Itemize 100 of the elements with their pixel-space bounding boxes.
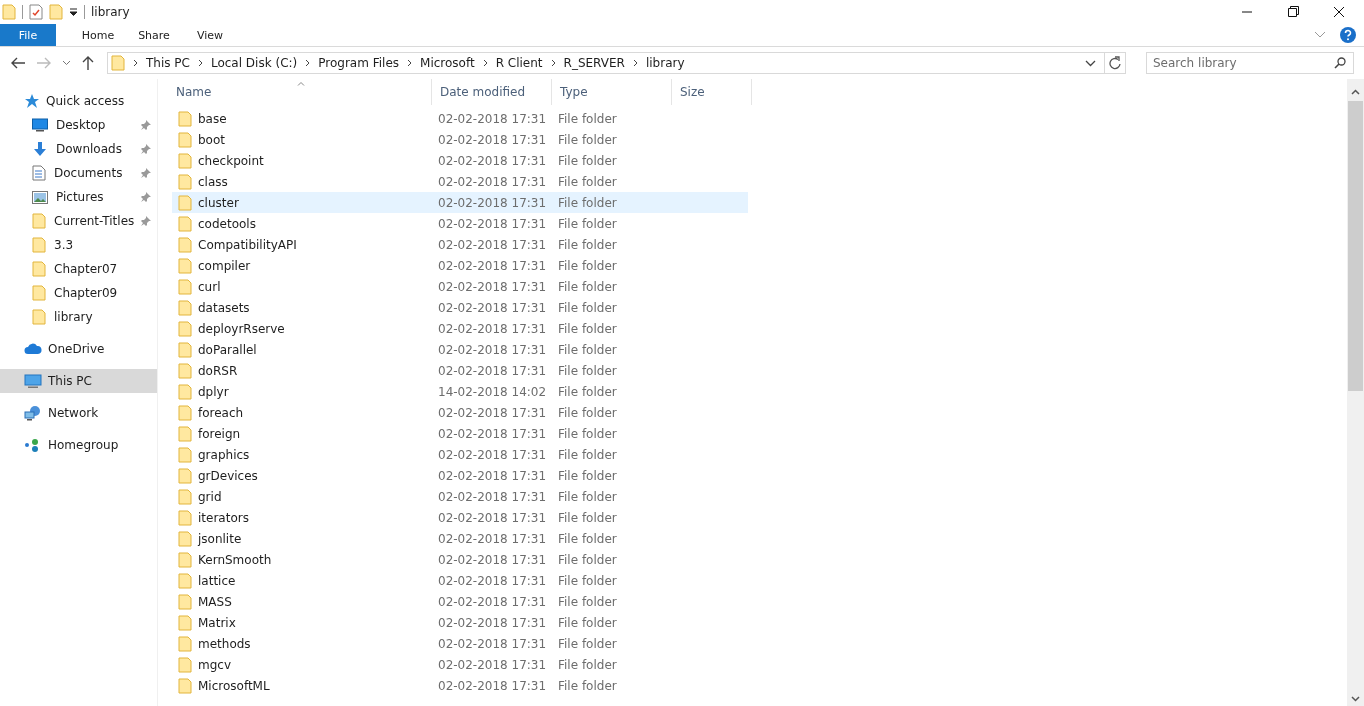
nav-item[interactable]: Downloads bbox=[0, 137, 157, 161]
column-header[interactable]: Date modified bbox=[432, 79, 552, 105]
file-row[interactable]: base 02-02-2018 17:31 File folder bbox=[172, 108, 748, 129]
date-cell-text: 02-02-2018 17:31 bbox=[438, 594, 548, 609]
nav-item[interactable]: Quick access bbox=[0, 89, 157, 113]
dropdown-icon[interactable] bbox=[69, 8, 78, 16]
column-header[interactable]: Size bbox=[672, 79, 752, 105]
folder-icon bbox=[32, 213, 46, 229]
file-row[interactable]: grid 02-02-2018 17:31 File folder bbox=[172, 486, 748, 507]
file-row[interactable]: doParallel 02-02-2018 17:31 File folder bbox=[172, 339, 748, 360]
date-cell-text: 02-02-2018 17:31 bbox=[438, 615, 548, 630]
breadcrumb[interactable]: Microsoft bbox=[420, 56, 475, 70]
ribbon-tab[interactable]: Share bbox=[126, 24, 182, 46]
nav-item[interactable]: Desktop bbox=[0, 113, 157, 137]
type-cell-text: File folder bbox=[558, 111, 618, 126]
network-icon bbox=[24, 405, 42, 421]
breadcrumb[interactable]: Local Disk (C:) bbox=[210, 56, 298, 70]
folder-icon bbox=[178, 425, 192, 442]
file-row[interactable]: datasets 02-02-2018 17:31 File folder bbox=[172, 297, 748, 318]
refresh-icon[interactable] bbox=[1109, 56, 1121, 70]
folder-icon bbox=[178, 614, 192, 631]
file-row[interactable]: checkpoint 02-02-2018 17:31 File folder bbox=[172, 150, 748, 171]
nav-item[interactable]: Current-Titles bbox=[0, 209, 157, 233]
nav-item[interactable]: This PC bbox=[0, 369, 157, 393]
file-row[interactable]: grDevices 02-02-2018 17:31 File folder bbox=[172, 465, 748, 486]
breadcrumb[interactable]: Program Files bbox=[318, 56, 400, 70]
file-row[interactable]: deployrRserve 02-02-2018 17:31 File folder bbox=[172, 318, 748, 339]
column-header[interactable]: Type bbox=[552, 79, 672, 105]
checklist-icon[interactable] bbox=[29, 4, 43, 20]
file-row[interactable]: Matrix 02-02-2018 17:31 File folder bbox=[172, 612, 748, 633]
scroll-up-icon[interactable] bbox=[1351, 89, 1360, 95]
nav-item[interactable]: Chapter07 bbox=[0, 257, 157, 281]
help-icon[interactable] bbox=[1340, 27, 1356, 43]
file-row[interactable]: lattice 02-02-2018 17:31 File folder bbox=[172, 570, 748, 591]
nav-item[interactable]: Documents bbox=[0, 161, 157, 185]
file-name: MicrosoftML bbox=[198, 678, 270, 693]
folder-icon bbox=[178, 509, 192, 526]
ribbon-tab[interactable]: View bbox=[182, 24, 238, 46]
file-row[interactable]: doRSR 02-02-2018 17:31 File folder bbox=[172, 360, 748, 381]
type-cell-text: File folder bbox=[558, 573, 618, 588]
scroll-down-icon[interactable] bbox=[1351, 696, 1360, 702]
breadcrumb[interactable]: R Client bbox=[495, 56, 543, 70]
ribbon-tab[interactable]: Home bbox=[70, 24, 126, 46]
file-row[interactable]: MicrosoftML 02-02-2018 17:31 File folder bbox=[172, 675, 748, 696]
nav-item[interactable]: library bbox=[0, 305, 157, 329]
file-row[interactable]: class 02-02-2018 17:31 File folder bbox=[172, 171, 748, 192]
file-row[interactable]: KernSmooth 02-02-2018 17:31 File folder bbox=[172, 549, 748, 570]
folder-icon bbox=[178, 551, 192, 568]
chevron-down-icon[interactable] bbox=[1085, 59, 1096, 67]
file-row[interactable]: dplyr 14-02-2018 14:02 File folder bbox=[172, 381, 748, 402]
file-row[interactable]: boot 02-02-2018 17:31 File folder bbox=[172, 129, 748, 150]
file-name: codetools bbox=[198, 216, 256, 231]
type-cell-text: File folder bbox=[558, 300, 618, 315]
nav-item[interactable]: Pictures bbox=[0, 185, 157, 209]
file-row[interactable]: iterators 02-02-2018 17:31 File folder bbox=[172, 507, 748, 528]
file-name: dplyr bbox=[198, 384, 229, 399]
file-row[interactable]: codetools 02-02-2018 17:31 File folder bbox=[172, 213, 748, 234]
type-cell-text: File folder bbox=[558, 279, 618, 294]
file-row[interactable]: foreach 02-02-2018 17:31 File folder bbox=[172, 402, 748, 423]
file-row[interactable]: compiler 02-02-2018 17:31 File folder bbox=[172, 255, 748, 276]
file-row[interactable]: CompatibilityAPI 02-02-2018 17:31 File folder bbox=[172, 234, 748, 255]
folder-icon bbox=[49, 4, 63, 20]
folder-icon bbox=[178, 215, 192, 232]
file-row[interactable]: foreign 02-02-2018 17:31 File folder bbox=[172, 423, 748, 444]
file-name: base bbox=[198, 111, 227, 126]
breadcrumb[interactable]: This PC bbox=[146, 56, 190, 70]
file-name: iterators bbox=[198, 510, 249, 525]
nav-item[interactable]: 3.3 bbox=[0, 233, 157, 257]
folder-icon bbox=[2, 4, 16, 20]
nav-item[interactable]: OneDrive bbox=[0, 337, 157, 361]
breadcrumb[interactable]: library bbox=[645, 56, 685, 70]
back-arrow-icon[interactable] bbox=[10, 56, 26, 70]
scrollbar[interactable] bbox=[1347, 79, 1364, 706]
date-cell-text: 02-02-2018 17:31 bbox=[438, 342, 548, 357]
file-row[interactable]: MASS 02-02-2018 17:31 File folder bbox=[172, 591, 748, 612]
chevron-right-icon bbox=[482, 59, 488, 67]
search-field[interactable]: Search library bbox=[1146, 52, 1354, 74]
type-cell-text: File folder bbox=[558, 636, 618, 651]
nav-item[interactable]: Network bbox=[0, 401, 157, 425]
address-bar[interactable]: This PC Local Disk (C:) Program Files Microsoft R Client R_SERVER library bbox=[107, 52, 1126, 74]
ribbon-tab[interactable]: File bbox=[0, 24, 56, 46]
column-header[interactable]: Name bbox=[168, 79, 432, 105]
file-row[interactable]: jsonlite 02-02-2018 17:31 File folder bbox=[172, 528, 748, 549]
file-name: foreign bbox=[198, 426, 241, 441]
caret-icon[interactable] bbox=[62, 60, 71, 66]
breadcrumb[interactable]: R_SERVER bbox=[563, 56, 625, 70]
up-arrow-icon[interactable] bbox=[81, 55, 95, 71]
file-row[interactable]: curl 02-02-2018 17:31 File folder bbox=[172, 276, 748, 297]
file-name: MASS bbox=[198, 594, 232, 609]
file-row[interactable]: graphics 02-02-2018 17:31 File folder bbox=[172, 444, 748, 465]
nav-item[interactable]: Chapter09 bbox=[0, 281, 157, 305]
file-row[interactable]: methods 02-02-2018 17:31 File folder bbox=[172, 633, 748, 654]
file-row[interactable]: cluster 02-02-2018 17:31 File folder bbox=[172, 192, 748, 213]
file-name: CompatibilityAPI bbox=[198, 237, 297, 252]
nav-item[interactable]: Homegroup bbox=[0, 433, 157, 457]
file-name: datasets bbox=[198, 300, 250, 315]
date-cell-text: 14-02-2018 14:02 bbox=[438, 384, 548, 399]
folder-icon bbox=[178, 488, 192, 505]
folder-icon bbox=[178, 404, 192, 421]
file-row[interactable]: mgcv 02-02-2018 17:31 File folder bbox=[172, 654, 748, 675]
